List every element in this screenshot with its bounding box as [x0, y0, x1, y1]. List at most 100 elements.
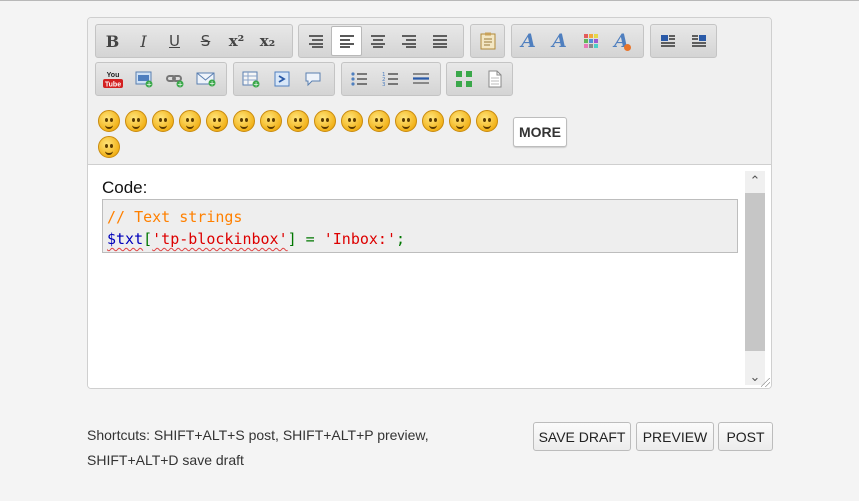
direction-group	[650, 24, 717, 58]
bullet-list-button[interactable]	[343, 64, 374, 94]
youtube-button[interactable]: You Tube	[97, 64, 128, 94]
svg-text:+: +	[146, 81, 152, 89]
clipboard-icon	[480, 32, 495, 50]
link-icon: +	[165, 75, 183, 88]
huh-smiley-icon[interactable]	[287, 110, 309, 132]
color-palette-icon	[583, 34, 598, 48]
code-label: Code:	[102, 178, 148, 197]
code-block[interactable]: // Text strings $txt['tp-blockinbox'] = …	[102, 199, 738, 253]
smiley-list	[98, 110, 518, 158]
ltr-button[interactable]	[652, 26, 683, 56]
underline-icon: U	[169, 32, 180, 50]
rolleyes-smiley-icon[interactable]	[314, 110, 336, 132]
insert-quote-button[interactable]	[297, 64, 328, 94]
smiley-icon[interactable]	[98, 110, 120, 132]
scroll-up-icon[interactable]: ⌃	[745, 171, 765, 191]
sad-smiley-icon[interactable]	[206, 110, 228, 132]
align-center-button[interactable]	[362, 26, 393, 56]
code-line-statement: $txt['tp-blockinbox'] = 'Inbox:';	[107, 228, 733, 250]
align-left-icon	[308, 35, 323, 48]
subscript-icon: x₂	[259, 32, 276, 50]
editor-content[interactable]: Code: // Text strings $txt['tp-blockinbo…	[88, 165, 771, 388]
paste-group	[470, 24, 505, 58]
font-face-icon: A	[521, 30, 536, 52]
cool-smiley-icon[interactable]	[260, 110, 282, 132]
horizontal-rule-icon	[412, 73, 429, 84]
insert-table-button[interactable]: +	[235, 64, 266, 94]
shortcuts-line-2: SHIFT+ALT+D save draft	[87, 452, 244, 468]
eraser-badge-icon	[624, 44, 631, 51]
align-right-icon	[401, 35, 416, 48]
align-center-icon	[370, 35, 385, 48]
code-equals: =	[296, 230, 324, 248]
maximize-button[interactable]	[448, 64, 479, 94]
svg-text:Tube: Tube	[104, 82, 120, 89]
post-button[interactable]: POST	[718, 422, 773, 451]
media-group: You Tube + + +	[95, 62, 227, 96]
font-color-button[interactable]	[575, 26, 606, 56]
shocked-smiley-icon[interactable]	[233, 110, 255, 132]
superscript-button[interactable]: x²	[221, 26, 252, 56]
align-justify-icon	[432, 35, 447, 48]
font-group: A A A	[511, 24, 644, 58]
document-icon	[488, 70, 501, 88]
quote-bubble-icon	[305, 72, 320, 87]
scroll-thumb[interactable]	[745, 193, 765, 351]
insert-image-button[interactable]: +	[128, 64, 159, 94]
tongue-smiley-icon[interactable]	[341, 110, 363, 132]
lipsrsealed-smiley-icon[interactable]	[395, 110, 417, 132]
numbered-list-button[interactable]: 123	[374, 64, 405, 94]
cry-smiley-icon[interactable]	[476, 110, 498, 132]
grin-smiley-icon[interactable]	[98, 136, 120, 158]
align-justify-button[interactable]	[424, 26, 455, 56]
subscript-button[interactable]: x₂	[252, 26, 283, 56]
insert-email-button[interactable]: +	[190, 64, 221, 94]
paste-text-button[interactable]	[472, 26, 503, 56]
numbered-list-icon: 123	[382, 72, 398, 87]
shortcuts-line-1: Shortcuts: SHIFT+ALT+S post, SHIFT+ALT+P…	[87, 427, 429, 443]
strikethrough-button[interactable]: S	[190, 26, 221, 56]
undecided-smiley-icon[interactable]	[422, 110, 444, 132]
strikethrough-icon: S	[200, 32, 211, 50]
view-group	[446, 62, 513, 96]
editor-scrollbar[interactable]: ⌃ ⌄	[745, 171, 765, 385]
angry-smiley-icon[interactable]	[179, 110, 201, 132]
save-draft-button[interactable]: SAVE DRAFT	[533, 422, 631, 451]
remove-format-button[interactable]: A	[606, 26, 637, 56]
editor-toolbar: B I U S x² x₂ A A A You Tube + + + + 1 2…	[88, 18, 771, 165]
justify-left-icon	[339, 35, 354, 48]
svg-text:3: 3	[382, 82, 386, 87]
embarrassed-smiley-icon[interactable]	[368, 110, 390, 132]
post-editor: B I U S x² x₂ A A A You Tube + + + + 1 2…	[87, 17, 772, 389]
italic-button[interactable]: I	[128, 26, 159, 56]
wink-smiley-icon[interactable]	[125, 110, 147, 132]
underline-button[interactable]: U	[159, 26, 190, 56]
rtl-button[interactable]	[683, 26, 714, 56]
more-smileys-button[interactable]: MORE	[513, 117, 567, 147]
resize-grip-icon[interactable]	[761, 378, 770, 387]
code-bracket-open: [	[143, 230, 153, 248]
code-semicolon: ;	[396, 230, 406, 248]
kiss-smiley-icon[interactable]	[449, 110, 471, 132]
bold-button[interactable]: B	[97, 26, 128, 56]
svg-text:You: You	[106, 72, 119, 79]
cheesy-smiley-icon[interactable]	[152, 110, 174, 132]
code-comment: // Text strings	[107, 208, 243, 226]
shortcuts-hint: Shortcuts: SHIFT+ALT+S post, SHIFT+ALT+P…	[87, 423, 467, 473]
horizontal-rule-button[interactable]	[405, 64, 436, 94]
align-left-button[interactable]	[300, 26, 331, 56]
bold-icon: B	[105, 31, 120, 51]
format-group: B I U S x² x₂	[95, 24, 293, 58]
youtube-icon: You Tube	[102, 72, 123, 89]
insert-link-button[interactable]: +	[159, 64, 190, 94]
preview-button[interactable]: PREVIEW	[636, 422, 714, 451]
italic-icon: I	[140, 31, 147, 51]
align-right-button[interactable]	[393, 26, 424, 56]
insert-code-button[interactable]	[266, 64, 297, 94]
font-size-button[interactable]: A	[544, 26, 575, 56]
justify-left-button[interactable]	[331, 26, 362, 56]
source-view-button[interactable]	[479, 64, 510, 94]
svg-text:+: +	[253, 81, 259, 89]
image-icon: +	[135, 71, 152, 89]
font-face-button[interactable]: A	[513, 26, 544, 56]
